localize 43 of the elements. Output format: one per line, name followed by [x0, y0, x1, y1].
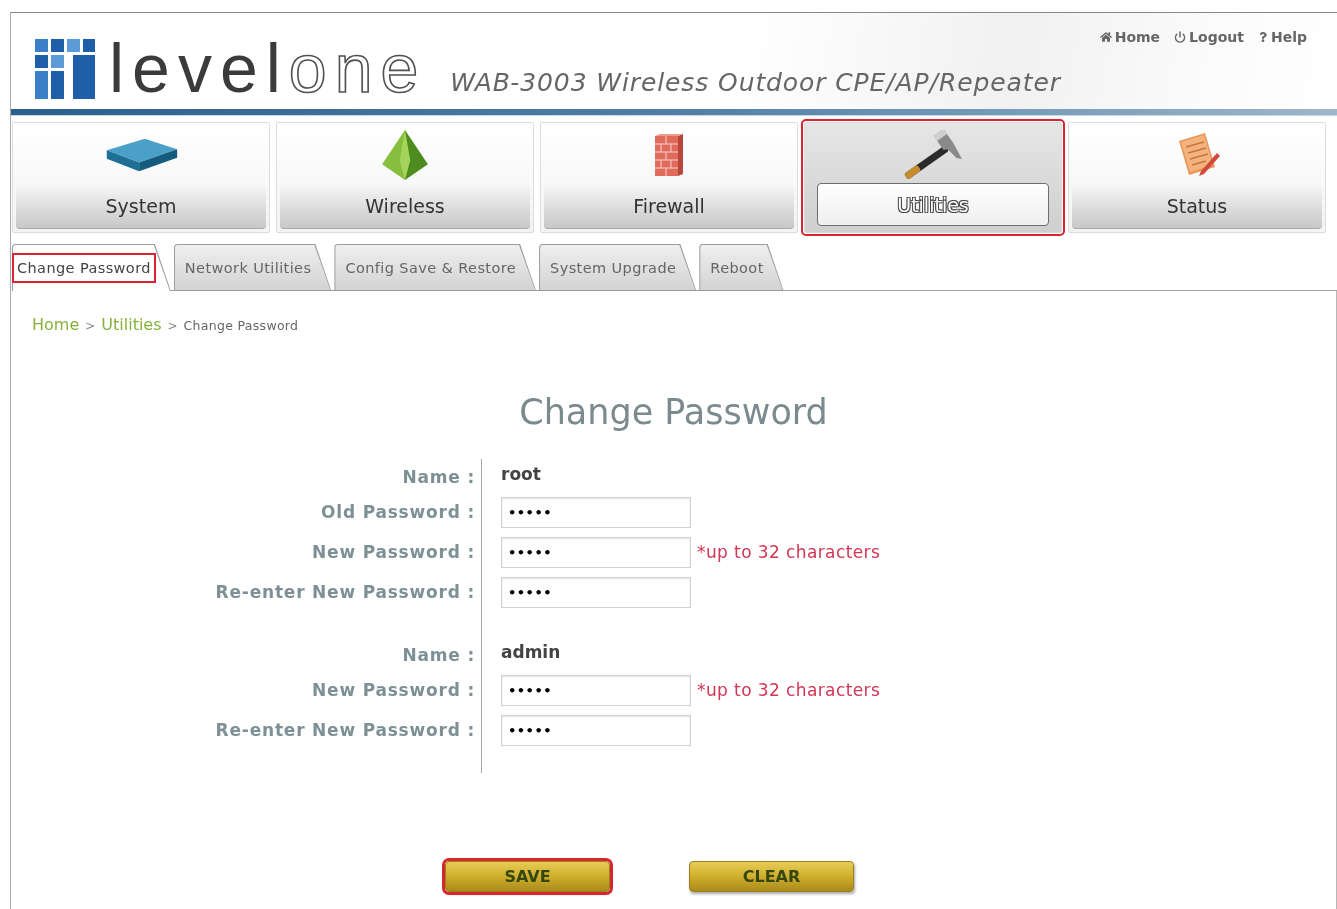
- field-value: admin: [501, 642, 561, 662]
- password-field[interactable]: •••••: [501, 536, 691, 568]
- sub-tab[interactable]: Config Save & Restore: [334, 244, 537, 291]
- header-link[interactable]: Help: [1257, 29, 1307, 45]
- home-icon: [1099, 31, 1112, 43]
- field-label: Re-enter New Password :: [215, 582, 475, 602]
- logo-text: levelone: [109, 39, 427, 97]
- logo-icon: [35, 39, 95, 99]
- sub-tab[interactable]: Change Password: [12, 244, 171, 291]
- nav-tab[interactable]: Status: [1068, 122, 1326, 233]
- password-field[interactable]: •••••: [501, 496, 691, 528]
- password-field[interactable]: •••••: [501, 674, 691, 706]
- question-mark-icon: [1257, 32, 1268, 42]
- brick-wall-icon: [654, 132, 684, 177]
- field-label: Old Password :: [321, 502, 475, 522]
- field-label: Name :: [402, 645, 475, 665]
- sub-tab[interactable]: Network Utilities: [173, 244, 332, 291]
- nav-tab[interactable]: System: [12, 122, 270, 233]
- nav-tab[interactable]: Utilities: [804, 122, 1062, 233]
- product-title: WAB-3003 Wireless Outdoor CPE/AP/Repeater: [450, 68, 1061, 97]
- breadcrumb-separator: >: [85, 319, 96, 333]
- field-hint: *up to 32 characters: [697, 542, 881, 562]
- field-label: Re-enter New Password :: [215, 720, 475, 740]
- field-hint: *up to 32 characters: [697, 680, 881, 700]
- password-field[interactable]: •••••: [501, 714, 691, 746]
- header-link[interactable]: Home: [1099, 29, 1161, 45]
- power-icon: [1174, 31, 1187, 43]
- nav-tab[interactable]: Wireless: [276, 122, 534, 233]
- header-link[interactable]: Logout: [1174, 29, 1244, 45]
- sub-tab[interactable]: System Upgrade: [539, 244, 697, 291]
- form-button[interactable]: SAVE: [445, 861, 610, 892]
- form-button[interactable]: CLEAR: [689, 861, 854, 892]
- breadcrumb-separator: >: [167, 319, 178, 333]
- form-title: Change Password: [518, 392, 829, 432]
- password-field[interactable]: •••••: [501, 576, 691, 608]
- pyramid-icon: [379, 128, 431, 181]
- breadcrumb-current: Change Password: [183, 318, 299, 333]
- field-value: root: [501, 464, 541, 484]
- field-label: New Password :: [312, 542, 475, 562]
- nav-tab[interactable]: Firewall: [540, 122, 798, 233]
- sub-tab[interactable]: Reboot: [699, 244, 784, 291]
- field-label: Name :: [402, 467, 475, 487]
- field-label: New Password :: [312, 680, 475, 700]
